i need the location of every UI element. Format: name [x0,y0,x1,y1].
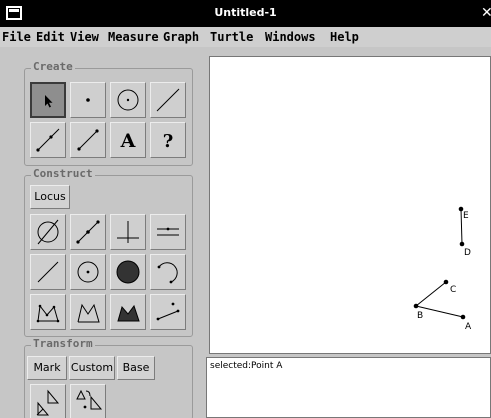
point-b-label: B [417,311,423,321]
point-c-label: C [450,285,456,295]
menu-measure[interactable]: Measure [108,30,159,44]
point-a[interactable] [460,314,466,320]
construct-group: Construct Locus [24,167,193,337]
diagonal-line-icon [37,261,59,283]
segment-tool[interactable] [70,122,106,158]
parallel-tool[interactable] [150,214,186,250]
custom-button[interactable]: Custom [69,356,115,380]
arc-tool[interactable] [150,254,186,290]
polygon-outline-icon [77,303,100,323]
point-icon [86,98,90,102]
point-d[interactable] [459,241,465,247]
point-on-object-tool[interactable] [150,294,186,330]
perpendicular-icon [117,221,139,243]
perpendicular-tool[interactable] [110,214,146,250]
line-through-tool[interactable] [30,254,66,290]
tool-panel: Create A ? Construct Locus Transform Mar… [20,55,201,418]
svg-text:A: A [120,130,136,152]
text-icon: A [120,130,136,152]
reflect-icon [36,389,60,416]
parallel-icon [157,227,179,236]
base-button[interactable]: Base [117,356,155,380]
polygon-tool[interactable] [30,294,66,330]
ray-icon [36,128,60,152]
text-tool[interactable]: A [110,122,146,158]
menu-windows[interactable]: Windows [265,30,316,44]
arrow-pointer-icon [45,95,53,108]
filled-circle-icon [116,260,140,284]
circle-interior-tool[interactable] [110,254,146,290]
svg-text:?: ? [163,131,174,152]
midpoint-icon [76,220,100,244]
transform-group-title: Transform [31,337,95,350]
menu-view[interactable]: View [70,30,99,44]
drawing-canvas[interactable]: E D C B A [209,56,491,354]
rotate-tool[interactable] [70,384,106,418]
point-b[interactable] [413,303,419,309]
polygon-interior-tool[interactable] [110,294,146,330]
transform-group: Transform Mark Custom Base [24,337,193,418]
point-tool[interactable] [70,82,106,118]
arc-icon [157,262,178,284]
line-icon [156,88,180,112]
polygon-icon [36,304,60,323]
status-panel: selected:Point A [206,357,491,418]
window-title: Untitled-1 [214,6,277,19]
menu-help[interactable]: Help [330,30,359,44]
filled-polygon-icon [117,304,140,322]
circle-center-tool[interactable] [70,254,106,290]
polygon-outline-tool[interactable] [70,294,106,330]
reflect-tool[interactable] [30,384,66,418]
segment-bc[interactable] [415,281,447,307]
circle-icon [117,89,139,111]
circle-tool[interactable] [110,82,146,118]
create-group-title: Create [31,60,75,73]
menu-bar: File Edit View Measure Graph Turtle Wind… [0,27,491,47]
point-d-label: D [464,248,471,258]
construct-group-title: Construct [31,167,95,180]
midpoint-tool[interactable] [70,214,106,250]
select-tool[interactable] [30,82,66,118]
line-tool[interactable] [150,82,186,118]
help-tool[interactable]: ? [150,122,186,158]
point-e-label: E [463,211,469,221]
point-c[interactable] [443,279,449,285]
points-line-icon [156,302,180,321]
segment-icon [77,129,99,151]
empty-set-icon [37,219,59,245]
circle-center-icon [77,261,99,283]
point-a-label: A [465,322,472,332]
rotate-icon [76,389,103,410]
menu-edit[interactable]: Edit [36,30,65,44]
close-icon[interactable]: ✕ [481,5,491,21]
locus-button[interactable]: Locus [30,185,70,209]
question-icon: ? [163,131,174,152]
create-group: Create A ? [24,60,193,166]
canvas-figure: E D C B A [413,206,472,332]
selection-status: selected:Point A [210,361,283,371]
ray-tool[interactable] [30,122,66,158]
segment-ed[interactable] [460,208,463,245]
mark-button[interactable]: Mark [27,356,67,380]
menu-graph[interactable]: Graph [163,30,199,44]
perpendicular-bisector-tool[interactable] [30,214,66,250]
title-bar: Untitled-1 ✕ [0,0,491,27]
menu-file[interactable]: File [2,30,31,44]
menu-turtle[interactable]: Turtle [210,30,253,44]
